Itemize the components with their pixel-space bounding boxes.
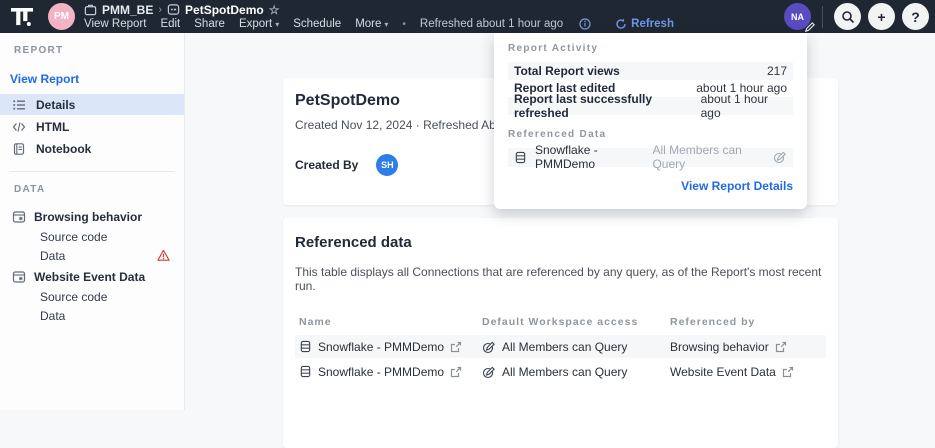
referenced-data-card: Referenced data This table displays all … (283, 218, 838, 448)
view-report-action[interactable]: View Report (84, 18, 146, 31)
query-access-icon (482, 365, 496, 379)
menu-bullet-separator: • (402, 18, 406, 31)
create-new-button[interactable]: + (868, 3, 895, 30)
breadcrumb: PMM_BE › PetSpotDemo ☆ (84, 3, 674, 17)
search-icon (841, 10, 855, 24)
sidebar-item-label: Details (36, 98, 75, 112)
referenced-by-name: Website Event Data (670, 365, 776, 379)
external-link-icon[interactable] (775, 341, 787, 353)
notebook-icon (12, 142, 26, 156)
data-source-group: Browsing behavior Source code Data (0, 207, 184, 265)
top-navigation-bar: PM PMM_BE › PetSpotDemo ☆ View Report Ed… (0, 0, 935, 33)
sidebar-item-website-event-data[interactable]: Website Event Data (0, 267, 184, 287)
query-icon (12, 270, 26, 284)
more-menu[interactable]: More▾ (355, 18, 388, 31)
query-access-icon (482, 340, 496, 354)
export-menu[interactable]: Export▾ (239, 18, 279, 31)
favorite-star-icon[interactable]: ☆ (269, 3, 280, 17)
external-link-icon[interactable] (450, 341, 462, 353)
workspace-avatar[interactable]: PM (48, 3, 75, 30)
connection-name: Snowflake - PMMDemo (535, 143, 652, 171)
connection-name: Snowflake - PMMDemo (318, 365, 444, 379)
user-avatar[interactable]: NA (784, 3, 811, 30)
external-link-icon[interactable] (782, 366, 794, 378)
mode-logo-icon[interactable] (10, 6, 34, 28)
referenced-data-title: Referenced data (295, 234, 826, 251)
access-level: All Members can Query (502, 340, 627, 354)
query-icon (12, 210, 26, 224)
edit-action[interactable]: Edit (160, 18, 180, 31)
breadcrumb-workspace[interactable]: PMM_BE (102, 3, 153, 17)
referenced-by-name: Browsing behavior (670, 340, 769, 354)
column-header-referenced-by: Referenced by (670, 316, 826, 328)
sidebar-divider (10, 171, 174, 172)
external-link-icon[interactable] (450, 366, 462, 378)
activity-value: about 1 hour ago (701, 92, 787, 120)
refresh-icon (615, 18, 627, 30)
search-button[interactable] (834, 3, 861, 30)
data-section-label: DATA (0, 184, 184, 195)
database-icon (514, 151, 527, 164)
table-header-row: Name Default Workspace access Referenced… (295, 311, 826, 333)
database-icon (299, 340, 312, 353)
sidebar-item-html[interactable]: HTML (0, 116, 184, 137)
activity-label: Report last successfully refreshed (514, 92, 701, 120)
referenced-data-header: Referenced Data (508, 129, 793, 140)
sidebar: REPORT View Report Details HTML Notebook… (0, 33, 185, 410)
view-report-details-link[interactable]: View Report Details (508, 179, 793, 193)
activity-value: 217 (767, 64, 787, 78)
database-icon (299, 365, 312, 378)
chevron-down-icon: ▾ (275, 20, 279, 29)
refresh-button[interactable]: Refresh (615, 18, 674, 31)
warning-icon (157, 249, 170, 262)
sidebar-item-source-code[interactable]: Source code (0, 227, 184, 246)
info-icon[interactable] (579, 18, 591, 30)
breadcrumb-separator: › (158, 3, 162, 17)
creator-avatar[interactable]: SH (376, 154, 398, 176)
referenced-connection-row: Snowflake - PMMDemo All Members can Quer… (508, 148, 793, 167)
code-icon (12, 120, 26, 134)
sidebar-item-details[interactable]: Details (0, 94, 184, 115)
chevron-down-icon: ▾ (384, 20, 388, 29)
referenced-data-description: This table displays all Connections that… (295, 265, 826, 293)
workspace-icon (84, 3, 97, 16)
activity-label: Total Report views (514, 64, 620, 78)
share-action[interactable]: Share (194, 18, 225, 31)
access-level: All Members can Query (502, 365, 627, 379)
access-level: All Members can Query (652, 143, 787, 171)
breadcrumb-report-title[interactable]: PetSpotDemo (185, 3, 264, 17)
details-list-icon (12, 98, 26, 112)
report-activity-popup: Report Activity Total Report views 217 R… (494, 33, 807, 209)
sidebar-item-browsing-behavior[interactable]: Browsing behavior (0, 207, 184, 227)
sidebar-item-data[interactable]: Data (0, 306, 184, 325)
sidebar-item-data[interactable]: Data (0, 246, 184, 265)
sidebar-item-source-code[interactable]: Source code (0, 287, 184, 306)
sidebar-item-label: Notebook (36, 142, 91, 156)
connections-table: Name Default Workspace access Referenced… (295, 311, 826, 383)
sidebar-view-report-link[interactable]: View Report (0, 68, 184, 90)
help-button[interactable]: ? (902, 3, 929, 30)
created-by-label: Created By (295, 158, 358, 172)
column-header-access: Default Workspace access (482, 316, 670, 328)
data-source-group: Website Event Data Source code Data (0, 267, 184, 325)
report-icon (167, 3, 180, 16)
activity-row: Total Report views 217 (508, 62, 793, 80)
data-source-name: Browsing behavior (34, 210, 142, 224)
refreshed-status: Refreshed about 1 hour ago (420, 18, 563, 31)
table-row: Snowflake - PMMDemo All Members can Quer… (295, 360, 826, 383)
report-action-menu: View Report Edit Share Export▾ Schedule … (84, 18, 674, 31)
sidebar-item-notebook[interactable]: Notebook (0, 138, 184, 159)
activity-row: Report last successfully refreshed about… (508, 97, 793, 115)
column-header-name: Name (295, 316, 482, 328)
topbar-divider (822, 6, 823, 28)
connection-name: Snowflake - PMMDemo (318, 340, 444, 354)
data-source-name: Website Event Data (34, 270, 145, 284)
table-row: Snowflake - PMMDemo All Members can Quer… (295, 335, 826, 358)
schedule-action[interactable]: Schedule (293, 18, 341, 31)
report-section-label: REPORT (0, 45, 184, 56)
report-activity-header: Report Activity (508, 43, 793, 54)
sidebar-item-label: HTML (36, 120, 69, 134)
query-access-icon[interactable] (773, 150, 787, 164)
